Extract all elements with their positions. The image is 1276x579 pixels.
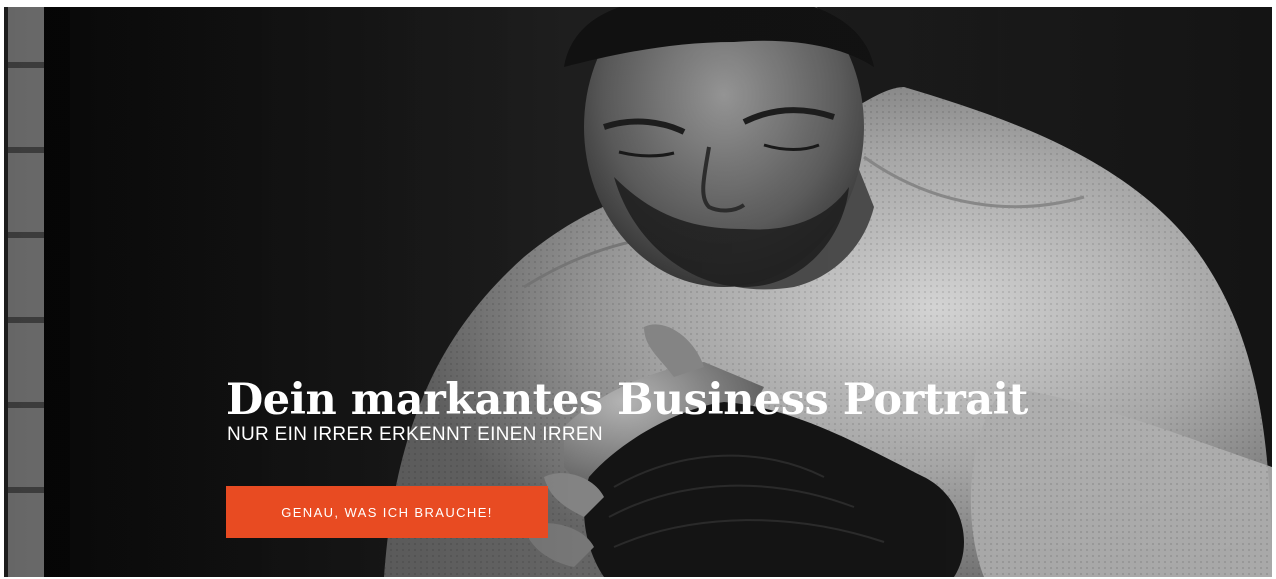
hero-section: Dein markantes Business Portrait NUR EIN… — [4, 7, 1272, 577]
hero-title: Dein markantes Business Portrait — [226, 375, 1028, 425]
hero-content: Dein markantes Business Portrait NUR EIN… — [226, 373, 1126, 538]
hero-overlay — [4, 7, 1272, 577]
cta-button[interactable]: GENAU, WAS ICH BRAUCHE! — [226, 486, 548, 538]
